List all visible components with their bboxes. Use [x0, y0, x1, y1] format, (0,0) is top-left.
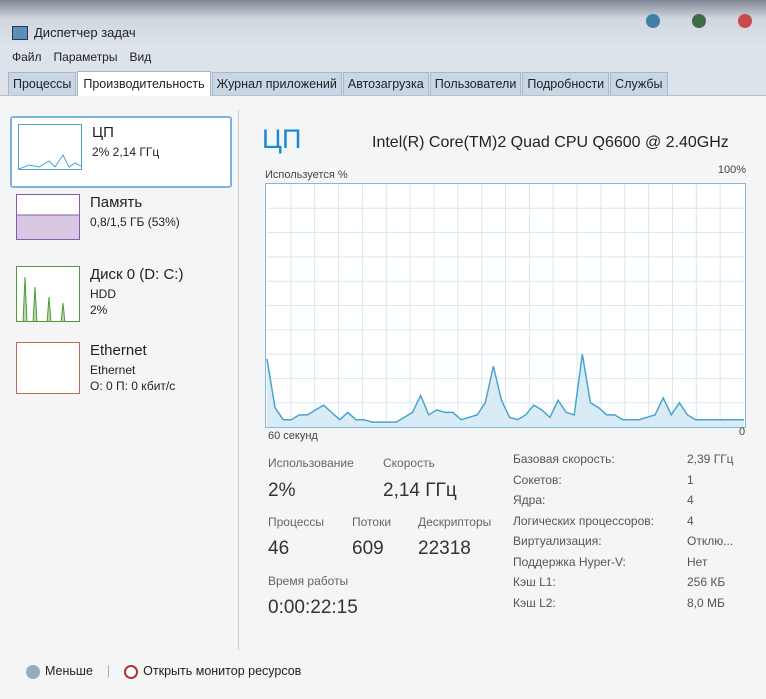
uptime-label: Время работы [268, 574, 349, 588]
info-row: Виртуализация: Отклю... [513, 534, 734, 555]
resource-monitor-icon [124, 664, 139, 679]
cpu-usage-chart [265, 183, 746, 428]
sidebar-item-cpu[interactable]: ЦП 2% 2,14 ГГц [10, 116, 232, 188]
info-key: Ядра: [513, 493, 546, 507]
info-key: Кэш L1: [513, 575, 556, 589]
task-manager-icon [12, 25, 28, 40]
sidebar-item-disk[interactable]: Диск 0 (D: C:) HDD 2% [10, 260, 232, 336]
tab-startup[interactable]: Автозагрузка [342, 72, 429, 95]
info-row: Логических процессоров: 4 [513, 514, 734, 535]
minimize-button[interactable] [646, 14, 660, 28]
sidebar-label: Ethernet [90, 342, 147, 359]
menu-bar: Файл Параметры Вид [0, 46, 766, 70]
resource-monitor-label: Открыть монитор ресурсов [143, 664, 302, 678]
sidebar-sub: 2% [90, 303, 108, 317]
usage-value: 2% [268, 480, 296, 501]
usage-axis-label: Используется % [265, 169, 348, 181]
info-value: 8,0 МБ [687, 595, 725, 610]
menu-options[interactable]: Параметры [54, 50, 118, 66]
sidebar-sub: 0,8/1,5 ГБ (53%) [90, 215, 180, 229]
disk-mini-graph [16, 266, 80, 322]
memory-mini-graph [16, 194, 80, 240]
menu-file[interactable]: Файл [12, 50, 42, 66]
info-value: 4 [687, 513, 694, 528]
info-key: Базовая скорость: [513, 452, 615, 466]
info-row: Кэш L2: 8,0 МБ [513, 596, 734, 617]
processes-label: Процессы [268, 515, 325, 529]
open-resource-monitor-link[interactable]: Открыть монитор ресурсов [124, 664, 301, 679]
cpu-info-table: Базовая скорость: 2,39 ГГц Сокетов: 1 Ядра: 4… [513, 452, 734, 616]
info-row: Ядра: 4 [513, 493, 734, 514]
maximize-button[interactable] [692, 14, 706, 28]
info-value: 2,39 ГГц [687, 452, 734, 466]
speed-value: 2,14 ГГц [383, 480, 457, 501]
cpu-mini-graph [18, 124, 82, 170]
ethernet-mini-graph [16, 342, 80, 394]
sidebar-sub: HDD [90, 287, 116, 301]
uptime-value: 0:00:22:15 [268, 597, 358, 618]
fewer-details-label: Меньше [45, 664, 93, 678]
sidebar-sub: Ethernet [90, 363, 136, 377]
divider [238, 110, 239, 650]
handles-value: 22318 [418, 538, 471, 559]
info-value: 1 [687, 472, 694, 487]
panel-title: ЦП [262, 124, 302, 154]
menu-view[interactable]: Вид [129, 50, 151, 66]
min-label: 0 [739, 426, 746, 438]
threads-value: 609 [352, 538, 384, 559]
info-row: Кэш L1: 256 КБ [513, 575, 734, 596]
fewer-details-button[interactable]: Меньше [26, 664, 93, 679]
tab-processes[interactable]: Процессы [8, 72, 77, 95]
tab-users[interactable]: Пользователи [429, 72, 522, 95]
close-button[interactable] [738, 14, 752, 28]
threads-label: Потоки [352, 515, 392, 529]
tab-bar: Процессы Производительность Журнал прило… [0, 70, 766, 96]
sidebar-sub: 2% 2,14 ГГц [92, 145, 160, 159]
tab-services[interactable]: Службы [610, 72, 668, 95]
sidebar-label: Диск 0 (D: C:) [90, 266, 184, 283]
tab-app-history[interactable]: Журнал приложений [211, 72, 342, 95]
resource-list: ЦП 2% 2,14 ГГц Память 0,8/1,5 ГБ (53%) Дис… [10, 116, 232, 408]
info-row: Сокетов: 1 [513, 473, 734, 494]
sidebar-item-memory[interactable]: Память 0,8/1,5 ГБ (53%) [10, 188, 232, 260]
sidebar-label: ЦП [92, 124, 114, 141]
time-label: 60 секунд [268, 430, 318, 442]
speed-label: Скорость [383, 456, 435, 470]
window-title: Диспетчер задач [34, 25, 136, 40]
sidebar-item-ethernet[interactable]: Ethernet Ethernet О: 0 П: 0 кбит/с [10, 336, 232, 408]
cpu-model: Intel(R) Core(TM)2 Quad CPU Q6600 @ 2.40… [372, 134, 729, 151]
info-key: Логических процессоров: [513, 513, 654, 528]
processes-value: 46 [268, 538, 290, 559]
info-value: 256 КБ [687, 575, 726, 589]
info-value: Отклю... [687, 534, 734, 548]
sidebar-label: Память [90, 194, 143, 211]
tab-details[interactable]: Подробности [522, 72, 610, 95]
chevron-up-icon [26, 664, 40, 679]
info-row: Поддержка Hyper-V: Нет [513, 555, 734, 576]
info-key: Кэш L2: [513, 595, 556, 610]
info-key: Сокетов: [513, 472, 562, 487]
info-row: Базовая скорость: 2,39 ГГц [513, 452, 734, 473]
info-value: 4 [687, 493, 694, 507]
info-value: Нет [687, 554, 708, 569]
sidebar-sub: О: 0 П: 0 кбит/с [90, 379, 176, 393]
info-key: Виртуализация: [513, 534, 602, 548]
usage-label: Использование [268, 456, 354, 470]
info-key: Поддержка Hyper-V: [513, 554, 626, 569]
max-label: 100% [717, 164, 746, 176]
tab-performance[interactable]: Производительность [77, 71, 211, 96]
handles-label: Дескрипторы [418, 515, 492, 529]
